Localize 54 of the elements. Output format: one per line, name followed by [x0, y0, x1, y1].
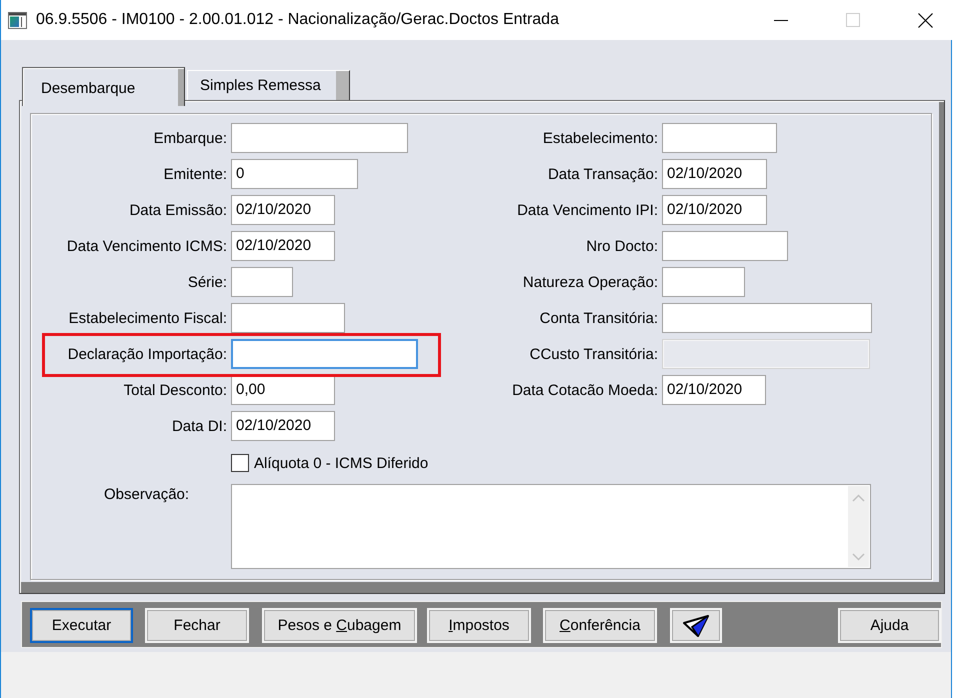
input-field[interactable]: [662, 231, 788, 261]
weights-button[interactable]: Pesos e Cubagem: [262, 608, 417, 643]
checkbox[interactable]: [231, 454, 249, 472]
field-label: Série:: [188, 274, 227, 290]
input-field[interactable]: 02/10/2020: [231, 411, 335, 441]
field-label: Declaração Importação:: [68, 346, 227, 362]
input-field[interactable]: [231, 123, 408, 153]
scrollbar[interactable]: [848, 486, 869, 567]
input-field[interactable]: [662, 303, 872, 333]
input-field[interactable]: 02/10/2020: [231, 195, 335, 225]
field-label: Data Emissão:: [129, 202, 227, 218]
input-field[interactable]: 02/10/2020: [662, 159, 767, 189]
paper-plane-button[interactable]: [670, 608, 722, 643]
input-field[interactable]: 02/10/2020: [662, 375, 766, 405]
checkbox-label: Alíquota 0 - ICMS Diferido: [254, 454, 428, 472]
field-label: Data Transação:: [548, 166, 658, 182]
field-label: Nro Docto:: [586, 238, 658, 254]
paper-plane-icon: [682, 614, 710, 638]
app-window-icon: [8, 12, 27, 28]
tab[interactable]: Simples Remessa: [187, 70, 350, 100]
tab[interactable]: Desembarque: [22, 67, 185, 106]
dialog-close-button[interactable]: Fechar: [145, 608, 249, 643]
review-button[interactable]: Conferência: [543, 608, 657, 643]
field-label: Observação:: [104, 485, 190, 503]
close-icon: [918, 12, 932, 28]
taxes-button[interactable]: Impostos: [427, 608, 531, 643]
field-label: Emitente:: [164, 166, 227, 182]
input-field[interactable]: 02/10/2020: [662, 195, 767, 225]
help-button[interactable]: Ajuda: [838, 608, 941, 643]
input-field[interactable]: [231, 339, 418, 369]
input-field[interactable]: [662, 123, 777, 153]
field-label: Natureza Operação:: [522, 274, 658, 290]
field-label: Data DI:: [172, 418, 227, 434]
field-label: Estabelecimento:: [542, 130, 658, 146]
field-label: Conta Transitória:: [540, 310, 658, 326]
field-label: Data Cotacão Moeda:: [512, 382, 658, 398]
field-label: Embarque:: [154, 130, 227, 146]
field-label: Total Desconto:: [124, 382, 227, 398]
input-field[interactable]: [662, 267, 745, 297]
field-label: CCusto Transitória:: [530, 346, 658, 362]
input-field[interactable]: 02/10/2020: [231, 231, 335, 261]
input-field[interactable]: [231, 267, 293, 297]
run-button[interactable]: Executar: [30, 608, 133, 643]
field-label: Data Vencimento IPI:: [517, 202, 658, 218]
field-label: Data Vencimento ICMS:: [66, 238, 227, 254]
chevron-down-icon: [852, 553, 865, 561]
maximize-icon: [846, 13, 860, 27]
field-label: Estabelecimento Fiscal:: [68, 310, 227, 326]
chevron-up-icon: [852, 494, 865, 502]
input-field[interactable]: [231, 303, 345, 333]
window-title: 06.9.5506 - IM0100 - 2.00.01.012 - Nacionalização/Gerac.Doctos Entrada: [36, 11, 559, 29]
input-field[interactable]: 0,00: [231, 375, 335, 405]
input-field[interactable]: 0: [231, 159, 358, 189]
text-area[interactable]: [231, 484, 871, 569]
